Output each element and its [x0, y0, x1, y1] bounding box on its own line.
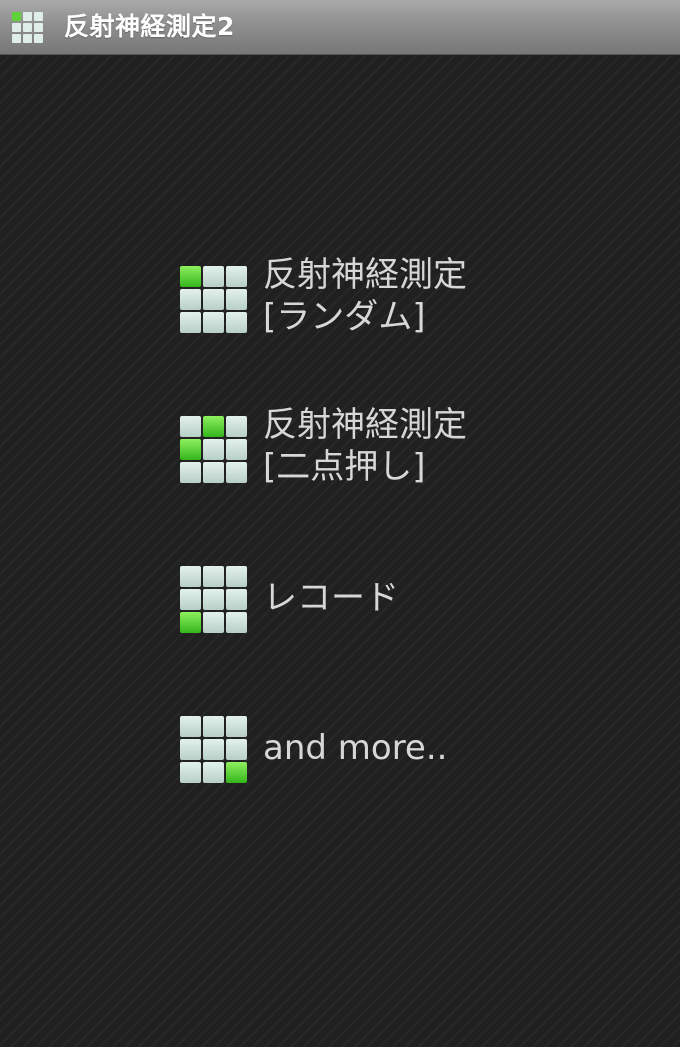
menu-item-label: and more.. — [263, 728, 448, 768]
grid-icon — [180, 716, 247, 783]
menu-item-title: 反射神経測定 — [263, 405, 467, 445]
title-bar: 反射神経測定2 — [0, 0, 680, 55]
menu-item-records[interactable]: レコード — [180, 558, 560, 638]
menu-item-subtitle: [ランダム] — [263, 297, 426, 337]
menu-item-subtitle: [二点押し] — [263, 447, 426, 487]
app-screen: 反射神経測定2 反射神経測定 [ランダム] 反射神経測定 [二点押し] レコード… — [0, 0, 680, 1047]
menu-item-random[interactable]: 反射神経測定 [ランダム] — [180, 255, 560, 338]
app-title: 反射神経測定2 — [64, 12, 235, 41]
grid-app-icon — [12, 12, 43, 43]
grid-icon — [180, 566, 247, 633]
menu-item-title: 反射神経測定 — [263, 255, 467, 295]
grid-icon — [180, 266, 247, 333]
menu-item-label: レコード — [263, 578, 399, 618]
grid-icon — [180, 416, 247, 483]
menu-item-label: 反射神経測定 [ランダム] — [263, 254, 467, 338]
menu-item-label: 反射神経測定 [二点押し] — [263, 404, 467, 488]
menu-item-two-point[interactable]: 反射神経測定 [二点押し] — [180, 405, 560, 488]
menu-item-more[interactable]: and more.. — [180, 708, 560, 788]
